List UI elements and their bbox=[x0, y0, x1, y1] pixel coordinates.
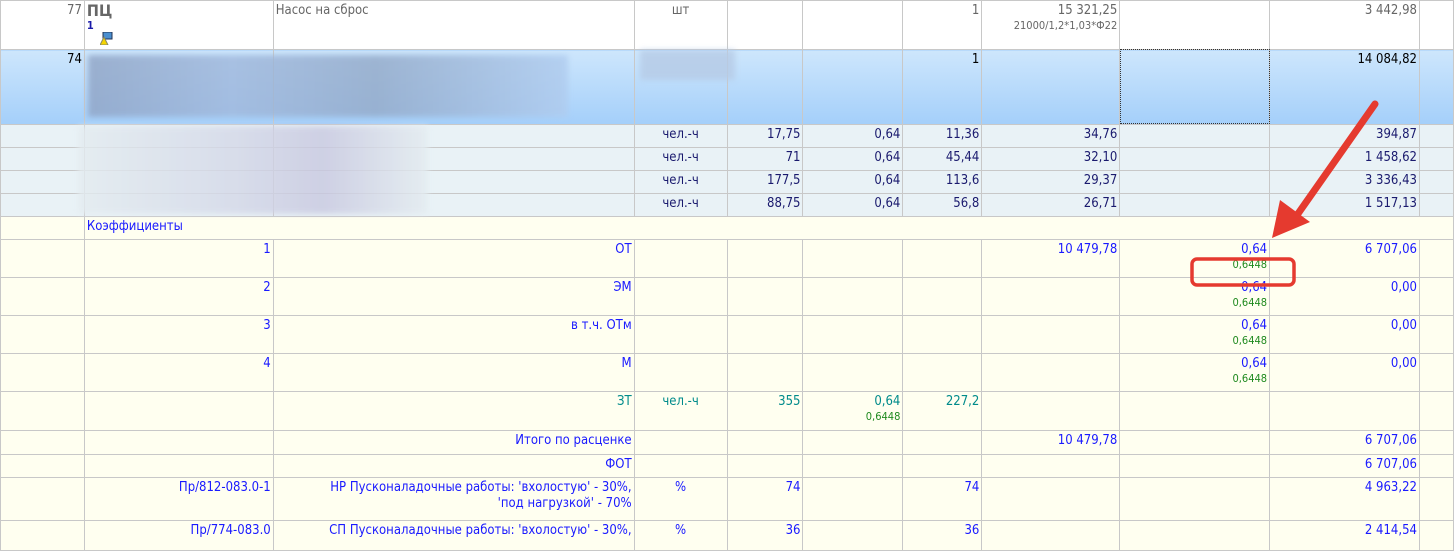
highlight-box bbox=[1190, 257, 1296, 287]
arrow-line bbox=[1291, 100, 1379, 222]
annotation-overlay bbox=[1190, 100, 1379, 287]
